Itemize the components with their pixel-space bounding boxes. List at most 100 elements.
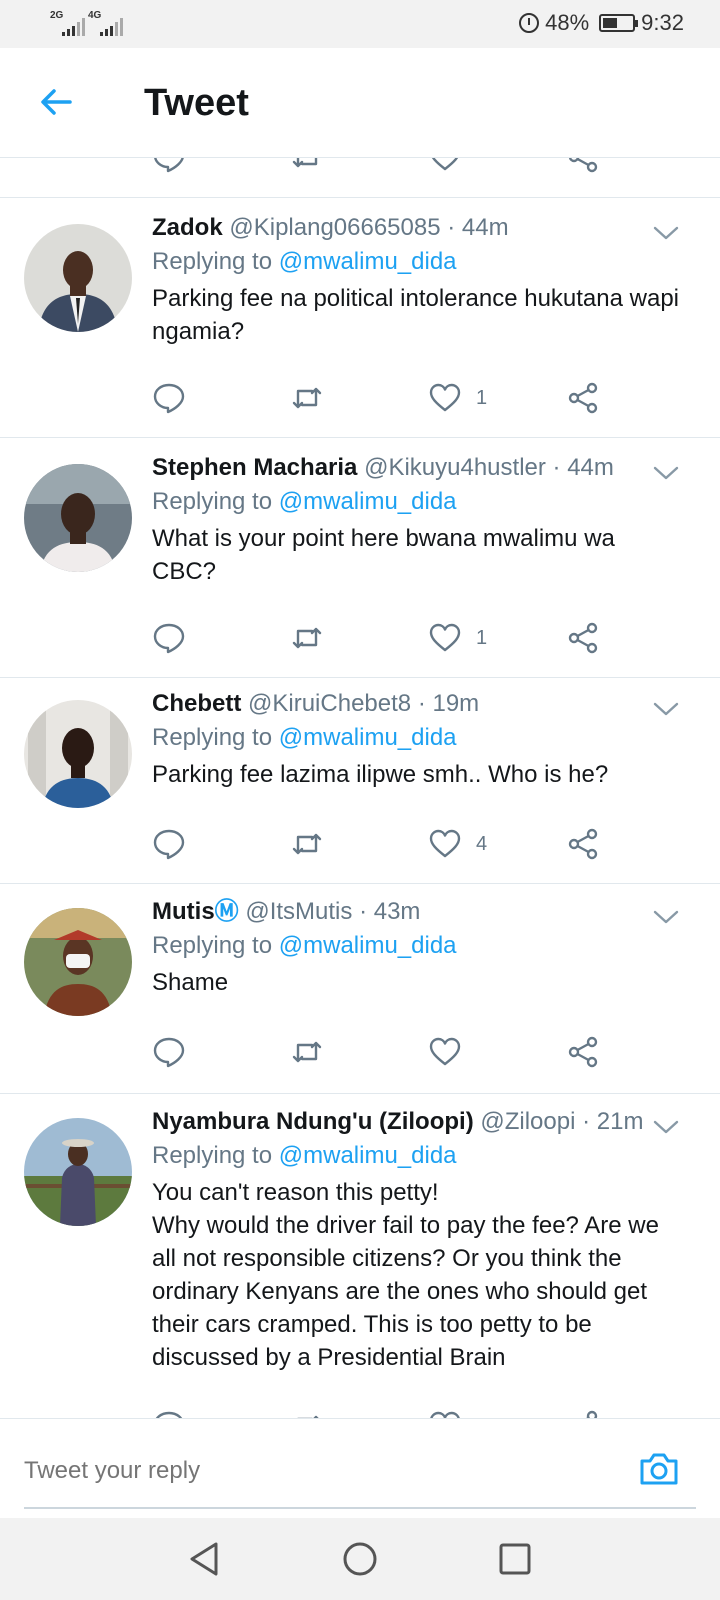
chevron-down-icon[interactable] — [652, 700, 680, 718]
tweet-header: Stephen Macharia @Kikuyu4hustler · 44m — [152, 452, 680, 484]
like-icon — [429, 1037, 461, 1066]
like-button[interactable]: 1 — [428, 618, 487, 658]
camera-icon[interactable] — [638, 1449, 680, 1489]
like-count: 4 — [476, 832, 488, 855]
author-name[interactable]: Stephen Macharia — [152, 454, 357, 481]
retweet-button[interactable] — [290, 378, 324, 418]
like-button[interactable] — [428, 1406, 462, 1418]
chevron-down-icon[interactable] — [652, 908, 680, 926]
replying-prefix: Replying to — [152, 488, 273, 515]
tweet-actions — [152, 1032, 632, 1072]
share-button[interactable] — [566, 378, 600, 418]
tweet-header: MutisⓂ @ItsMutis · 43m — [152, 896, 680, 928]
tweet-item[interactable]: Nyambura Ndung'u (Ziloopi) @Ziloopi · 21… — [0, 1094, 720, 1418]
retweet-icon — [292, 387, 322, 409]
replying-prefix: Replying to — [152, 248, 273, 275]
mention-link[interactable]: @mwalimu_dida — [279, 932, 457, 959]
avatar[interactable] — [24, 700, 132, 808]
share-icon — [585, 1410, 598, 1418]
replying-to: Replying to @mwalimu_dida — [152, 244, 680, 280]
reply-input[interactable] — [24, 1447, 614, 1495]
tweet-item[interactable]: Stephen Macharia @Kikuyu4hustler · 44m R… — [0, 438, 720, 678]
status-bar: 2G 4G 48% 9:32 — [0, 0, 720, 48]
tweet-text: Parking fee na political intolerance huk… — [152, 285, 680, 345]
reply-icon — [153, 623, 185, 654]
tweet-item[interactable]: MutisⓂ @ItsMutis · 43m Replying to @mwal… — [0, 884, 720, 1094]
reply-button[interactable] — [152, 378, 186, 418]
share-button[interactable] — [566, 618, 600, 658]
like-icon[interactable] — [428, 158, 462, 174]
like-button[interactable] — [428, 1032, 476, 1072]
author-name[interactable]: Zadok — [152, 214, 223, 241]
sim2-label: 4G — [88, 10, 102, 21]
replying-to: Replying to @mwalimu_dida — [152, 720, 680, 756]
back-arrow-icon[interactable] — [36, 82, 76, 122]
share-icon — [568, 382, 598, 414]
retweet-button[interactable] — [290, 1406, 324, 1418]
retweet-icon — [297, 1415, 319, 1418]
like-icon — [429, 623, 461, 652]
mention-link[interactable]: @mwalimu_dida — [279, 1142, 457, 1169]
avatar[interactable] — [24, 464, 132, 572]
author-handle: @Ziloopi — [480, 1108, 576, 1135]
tweet-header: Zadok @Kiplang06665085 · 44m — [152, 212, 680, 244]
author-name[interactable]: Chebett — [152, 690, 241, 717]
replying-to: Replying to @mwalimu_dida — [152, 1138, 680, 1174]
author-name[interactable]: Mutis — [152, 898, 215, 925]
reply-underline — [24, 1507, 696, 1509]
retweet-button[interactable] — [290, 1032, 324, 1072]
share-button[interactable] — [566, 1032, 600, 1072]
replying-prefix: Replying to — [152, 1142, 273, 1169]
retweet-button[interactable] — [290, 618, 324, 658]
reply-button[interactable] — [152, 618, 186, 658]
like-icon — [429, 383, 461, 412]
tweet-item[interactable]: Zadok @Kiplang06665085 · 44m Replying to… — [0, 198, 720, 438]
author-handle: @ItsMutis — [245, 898, 353, 925]
nav-recents-icon[interactable] — [494, 1538, 536, 1580]
avatar[interactable] — [24, 908, 132, 1016]
mention-link[interactable]: @mwalimu_dida — [279, 248, 457, 275]
chevron-down-icon[interactable] — [652, 1118, 680, 1136]
mention-link[interactable]: @mwalimu_dida — [279, 724, 457, 751]
reply-button[interactable] — [152, 1032, 186, 1072]
battery-percent: 48% — [545, 10, 590, 35]
data-saver-icon — [519, 13, 540, 33]
tweet-actions: 1 — [152, 378, 632, 418]
system-nav-bar — [0, 1518, 720, 1600]
like-count: 1 — [476, 386, 488, 409]
tweet-time: · 44m — [447, 214, 509, 241]
author-handle: @Kiplang06665085 — [229, 214, 441, 241]
like-button[interactable]: 4 — [428, 824, 487, 864]
chevron-down-icon[interactable] — [652, 464, 680, 482]
avatar[interactable] — [24, 224, 132, 332]
signal-icon: 4G — [88, 10, 123, 36]
retweet-icon — [292, 1041, 322, 1063]
reply-button[interactable] — [152, 824, 186, 864]
share-button[interactable] — [566, 1406, 600, 1418]
chevron-down-icon[interactable] — [652, 224, 680, 242]
tweet-text: What is your point here bwana mwalimu wa… — [152, 525, 615, 585]
reply-icon[interactable] — [152, 158, 186, 174]
tweet-text: You can't reason this petty! Why would t… — [152, 1179, 659, 1371]
share-icon[interactable] — [566, 158, 600, 174]
signal-icon: 2G — [50, 10, 85, 36]
tweet-item[interactable]: Chebett @KiruiChebet8 · 19m Replying to … — [0, 678, 720, 884]
retweet-icon[interactable] — [290, 158, 324, 174]
app-header: Tweet — [0, 48, 720, 158]
like-button[interactable]: 1 — [428, 378, 487, 418]
retweet-icon — [292, 833, 322, 855]
share-icon — [568, 828, 598, 860]
tweet-text: Parking fee lazima ilipwe smh.. Who is h… — [152, 761, 609, 788]
sim1-label: 2G — [50, 10, 64, 21]
retweet-button[interactable] — [290, 824, 324, 864]
author-name[interactable]: Nyambura Ndung'u (Ziloopi) — [152, 1108, 474, 1135]
reply-button[interactable] — [152, 1406, 186, 1418]
avatar[interactable] — [24, 1118, 132, 1226]
reply-icon — [153, 829, 185, 860]
share-button[interactable] — [566, 824, 600, 864]
tweet-time: · 43m — [359, 898, 421, 925]
tweet-time: · 21m — [582, 1108, 644, 1135]
nav-back-icon[interactable] — [184, 1538, 226, 1580]
nav-home-icon[interactable] — [339, 1538, 381, 1580]
mention-link[interactable]: @mwalimu_dida — [279, 488, 457, 515]
